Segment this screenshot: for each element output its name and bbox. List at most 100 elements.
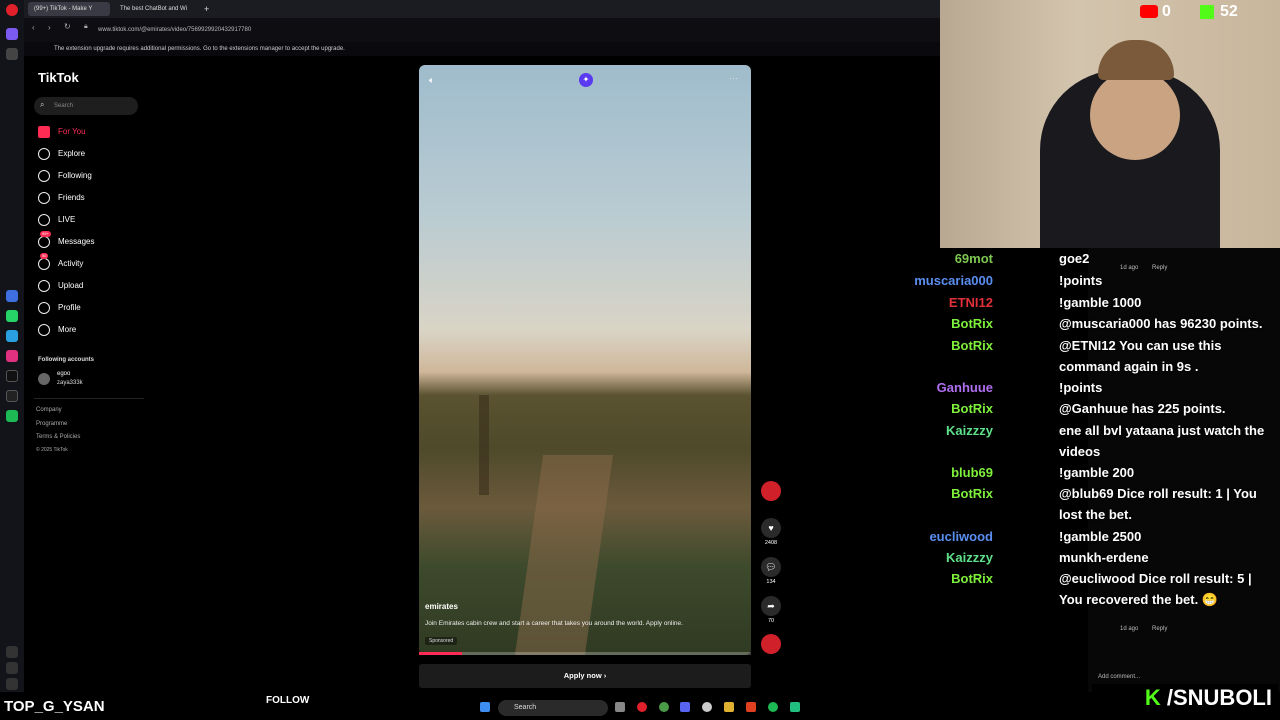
chevron-right-icon: › <box>603 671 607 680</box>
sponsored-badge: Sponsored <box>425 637 458 645</box>
apply-now-button[interactable]: Apply now › <box>419 664 751 688</box>
spotify-taskbar-icon[interactable] <box>768 702 778 712</box>
chat-text: !points <box>1059 380 1103 395</box>
spotify-icon[interactable] <box>6 410 18 422</box>
sidebar-item-label: Profile <box>58 303 81 312</box>
share-button[interactable]: ➦ 70 <box>761 596 781 624</box>
telegram-icon[interactable] <box>6 330 18 342</box>
back-icon[interactable]: ‹ <box>32 23 35 32</box>
footer-company[interactable]: Company <box>36 407 62 413</box>
windows-start-icon[interactable] <box>480 702 490 712</box>
kick-handle-text: /SNUBOLI <box>1166 685 1272 710</box>
instagram-icon[interactable] <box>6 350 18 362</box>
speed-dial-icon[interactable] <box>6 48 18 60</box>
chat-text: !points <box>1059 273 1103 288</box>
sidebar-item-for-you[interactable]: For You <box>38 124 148 140</box>
taskbar-search[interactable]: Search <box>498 700 608 716</box>
sidebar-item-more[interactable]: More <box>38 322 148 338</box>
sidebar-item-following[interactable]: Following <box>38 168 148 184</box>
tiktok-logo[interactable]: TikTok <box>38 70 79 85</box>
kick-logo-icon: K <box>1144 685 1161 710</box>
sidebar-item-messages[interactable]: 99+ Messages <box>38 231 148 250</box>
new-tab-button[interactable]: + <box>198 2 212 16</box>
following-handle[interactable]: zaya333k <box>57 380 83 386</box>
bell-icon <box>38 258 50 270</box>
discord-icon[interactable] <box>680 702 690 712</box>
sidebar-item-profile[interactable]: Profile <box>38 300 148 316</box>
brave-icon[interactable] <box>746 702 756 712</box>
footer-programme[interactable]: Programme <box>36 421 67 427</box>
tiktok-sidebar-icon[interactable] <box>6 370 18 382</box>
chat-username[interactable]: Kaizzzy <box>946 547 993 568</box>
sidebar-item-activity[interactable]: 50 Activity <box>38 253 148 272</box>
app-icon[interactable] <box>790 702 800 712</box>
chat-username[interactable]: BotRix <box>951 568 993 589</box>
sidebar-item-label: For You <box>58 127 86 136</box>
chat-username[interactable]: eucliwood <box>929 526 993 547</box>
message-icon <box>38 236 50 248</box>
x-icon[interactable] <box>6 390 18 402</box>
chat-username[interactable]: 69mot <box>955 248 993 269</box>
chat-username[interactable]: BotRix <box>951 335 993 356</box>
sidebar-item-label: Explore <box>58 149 86 158</box>
user-follow-icon <box>38 170 50 182</box>
extension-notice: The extension upgrade requires additiona… <box>24 42 940 56</box>
compass-icon <box>38 148 50 160</box>
history-icon[interactable] <box>6 662 18 674</box>
whatsapp-icon[interactable] <box>6 310 18 322</box>
forward-icon[interactable]: › <box>48 23 51 32</box>
sidebar-item-upload[interactable]: Upload <box>38 278 148 294</box>
more-icon[interactable] <box>6 678 18 690</box>
mute-icon[interactable]: 🔈︎ <box>429 75 434 86</box>
video-progress[interactable] <box>419 652 751 655</box>
chat-username[interactable]: Kaizzzy <box>946 420 993 441</box>
opera-logo-icon[interactable] <box>6 4 18 16</box>
avatar[interactable] <box>38 373 50 385</box>
chat-username[interactable]: Ganhuue <box>937 377 993 398</box>
youtube-viewer-count: 0 <box>1162 3 1171 20</box>
apply-label: Apply now <box>563 671 602 680</box>
stream-chat: 69mot goe2 muscaria000 !points ETNI12 !gamble… <box>914 248 1280 668</box>
chat-username[interactable]: ETNI12 <box>949 292 993 313</box>
video-account[interactable]: emirates <box>425 602 458 611</box>
video-description: Join Emirates cabin crew and start a car… <box>425 620 683 627</box>
messenger-icon[interactable] <box>6 290 18 302</box>
more-options-icon[interactable]: ⋯ <box>729 73 738 84</box>
tab-bar: (99+) TikTok - Make Y The best ChatBot a… <box>24 0 940 18</box>
task-view-icon[interactable] <box>615 702 625 712</box>
creator-avatar[interactable] <box>761 481 781 503</box>
divider <box>34 398 144 399</box>
heart-icon[interactable] <box>6 646 18 658</box>
video-player[interactable]: ✦ 🔈︎ ⋯ <box>419 65 751 655</box>
chat-username[interactable]: BotRix <box>951 483 993 504</box>
like-count: 2408 <box>764 540 778 546</box>
opera-taskbar-icon[interactable] <box>637 702 647 712</box>
sidebar-item-friends[interactable]: Friends <box>38 190 148 206</box>
chat-username[interactable]: BotRix <box>951 313 993 334</box>
sidebar-item-live[interactable]: LIVE <box>38 212 148 228</box>
chrome-icon[interactable] <box>659 702 669 712</box>
chat-username[interactable]: muscaria000 <box>914 270 993 291</box>
tab-chatbot[interactable]: The best ChatBot and Wi <box>114 2 196 16</box>
search-input[interactable]: Search <box>34 97 138 115</box>
add-comment-input[interactable]: Add comment... <box>1098 674 1140 680</box>
footer-terms[interactable]: Terms & Policies <box>36 434 80 440</box>
chat-username[interactable]: BotRix <box>951 398 993 419</box>
aria-icon[interactable] <box>6 28 18 40</box>
comment-icon: 💬︎ <box>761 557 781 577</box>
comment-count: 134 <box>766 579 776 585</box>
chat-username[interactable]: blub69 <box>951 462 993 483</box>
ai-icon[interactable]: ✦ <box>579 73 593 87</box>
comment-button[interactable]: 💬︎ 134 <box>761 557 781 585</box>
folder-icon[interactable] <box>724 702 734 712</box>
sidebar-item-explore[interactable]: Explore <box>38 146 148 162</box>
sound-button[interactable] <box>761 634 781 656</box>
following-name[interactable]: egoo <box>57 371 70 377</box>
url-field[interactable]: www.tiktok.com/@emirates/video/756992992… <box>98 23 251 37</box>
settings-icon[interactable] <box>702 702 712 712</box>
reload-icon[interactable]: ↻ <box>64 22 71 31</box>
like-button[interactable]: ♥ 2408 <box>761 518 781 546</box>
lock-icon[interactable]: 🔒︎ <box>84 23 88 31</box>
friends-icon <box>38 192 50 204</box>
tab-tiktok[interactable]: (99+) TikTok - Make Y <box>28 2 110 16</box>
